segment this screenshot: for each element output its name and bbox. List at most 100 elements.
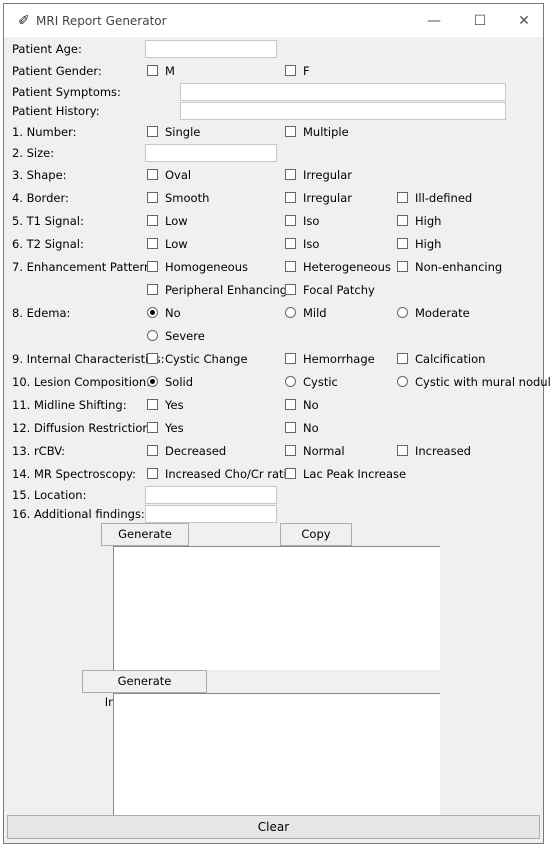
additional-findings-label: 16. Additional findings: xyxy=(12,507,145,521)
location-label: 15. Location: xyxy=(12,488,87,502)
patient-age-input[interactable] xyxy=(145,40,277,58)
generate-report-button[interactable]: Generate Report xyxy=(101,523,189,562)
edema-mild-radio[interactable]: Mild xyxy=(285,306,327,320)
size-input[interactable] xyxy=(145,144,277,162)
border-irregular-checkbox[interactable]: Irregular xyxy=(285,191,352,205)
interpretation-textarea[interactable] xyxy=(113,693,440,817)
midline-yes-label: Yes xyxy=(165,398,184,412)
shape-oval-checkbox[interactable]: Oval xyxy=(147,168,191,182)
form-area: Patient Age: Patient Gender: M F Patient… xyxy=(4,37,550,842)
midline-yes-checkbox[interactable]: Yes xyxy=(147,398,184,412)
border-label: 4. Border: xyxy=(12,191,69,205)
edema-mild-label: Mild xyxy=(303,306,327,320)
gender-f-checkbox[interactable]: F xyxy=(285,64,310,78)
patient-symptoms-label: Patient Symptoms: xyxy=(12,85,121,99)
internal-hemorrhage-checkbox[interactable]: Hemorrhage xyxy=(285,352,375,366)
lesion-composition-label: 10. Lesion Composition: xyxy=(12,375,151,389)
enhancement-non-enhancing-label: Non-enhancing xyxy=(415,260,503,274)
edema-label: 8. Edema: xyxy=(12,306,71,320)
t1-iso-label: Iso xyxy=(303,214,320,228)
shape-irregular-checkbox[interactable]: Irregular xyxy=(285,168,352,182)
spectroscopy-lac-peak-checkbox[interactable]: Lac Peak Increase xyxy=(285,467,406,481)
t1-high-checkbox[interactable]: High xyxy=(397,214,441,228)
additional-findings-input[interactable] xyxy=(145,505,277,523)
t1-low-checkbox[interactable]: Low xyxy=(147,214,188,228)
maximize-button[interactable]: ☐ xyxy=(465,10,495,32)
enhancement-heterogeneous-label: Heterogeneous xyxy=(303,260,391,274)
t2-signal-label: 6. T2 Signal: xyxy=(12,237,84,251)
rcbv-label: 13. rCBV: xyxy=(12,444,66,458)
number-multiple-checkbox[interactable]: Multiple xyxy=(285,125,349,139)
minimize-button[interactable]: — xyxy=(419,10,449,32)
midline-no-label: No xyxy=(303,398,319,412)
internal-calcification-checkbox[interactable]: Calcification xyxy=(397,352,485,366)
number-label: 1. Number: xyxy=(12,125,77,139)
t2-low-checkbox[interactable]: Low xyxy=(147,237,188,251)
rcbv-increased-checkbox[interactable]: Increased xyxy=(397,444,471,458)
lesion-cystic-mural-nodule-label: Cystic with mural nodule xyxy=(415,375,550,389)
shape-oval-label: Oval xyxy=(165,168,192,182)
border-smooth-checkbox[interactable]: Smooth xyxy=(147,191,209,205)
enhancement-homogeneous-checkbox[interactable]: Homogeneous xyxy=(147,260,248,274)
rcbv-normal-checkbox[interactable]: Normal xyxy=(285,444,345,458)
diffusion-no-label: No xyxy=(303,421,319,435)
diffusion-yes-checkbox[interactable]: Yes xyxy=(147,421,184,435)
generate-interpretation-button[interactable]: Generate Interpretation xyxy=(82,670,207,709)
gender-m-checkbox[interactable]: M xyxy=(147,64,175,78)
mr-spectroscopy-label: 14. MR Spectroscopy: xyxy=(12,467,137,481)
edema-moderate-radio[interactable]: Moderate xyxy=(397,306,470,320)
edema-no-radio[interactable]: No xyxy=(147,306,181,320)
window-title: MRI Report Generator xyxy=(36,14,167,28)
diffusion-no-checkbox[interactable]: No xyxy=(285,421,319,435)
report-textarea[interactable] xyxy=(113,546,440,670)
border-ill-defined-checkbox[interactable]: Ill-defined xyxy=(397,191,472,205)
edema-severe-radio[interactable]: Severe xyxy=(147,329,205,343)
border-ill-defined-label: Ill-defined xyxy=(415,191,473,205)
number-single-checkbox[interactable]: Single xyxy=(147,125,200,139)
diffusion-restriction-label: 12. Diffusion Restriction: xyxy=(12,421,154,435)
internal-cystic-change-checkbox[interactable]: Cystic Change xyxy=(147,352,248,366)
t2-high-label: High xyxy=(415,237,442,251)
number-single-label: Single xyxy=(165,125,201,139)
close-button[interactable]: ✕ xyxy=(509,10,539,32)
t2-high-checkbox[interactable]: High xyxy=(397,237,441,251)
t1-low-label: Low xyxy=(165,214,188,228)
enhancement-peripheral-label: Peripheral Enhancing xyxy=(165,283,288,297)
app-window: ✐ MRI Report Generator — ☐ ✕ Patient Age… xyxy=(3,3,550,844)
rcbv-normal-label: Normal xyxy=(303,444,345,458)
lesion-cystic-radio[interactable]: Cystic xyxy=(285,375,338,389)
t1-signal-label: 5. T1 Signal: xyxy=(12,214,84,228)
shape-irregular-label: Irregular xyxy=(303,168,353,182)
rcbv-decreased-checkbox[interactable]: Decreased xyxy=(147,444,226,458)
border-smooth-label: Smooth xyxy=(165,191,210,205)
patient-gender-label: Patient Gender: xyxy=(12,64,102,78)
edema-severe-label: Severe xyxy=(165,329,205,343)
lesion-cystic-mural-nodule-radio[interactable]: Cystic with mural nodule xyxy=(397,375,550,389)
enhancement-heterogeneous-checkbox[interactable]: Heterogeneous xyxy=(285,260,391,274)
lesion-cystic-label: Cystic xyxy=(303,375,338,389)
spectroscopy-cho-cr-checkbox[interactable]: Increased Cho/Cr ratio xyxy=(147,467,294,481)
patient-history-label: Patient History: xyxy=(12,104,100,118)
patient-history-input[interactable] xyxy=(180,102,506,120)
spectroscopy-cho-cr-label: Increased Cho/Cr ratio xyxy=(165,467,294,481)
size-label: 2. Size: xyxy=(12,146,55,160)
rcbv-increased-label: Increased xyxy=(415,444,471,458)
enhancement-focal-patchy-label: Focal Patchy xyxy=(303,283,375,297)
t2-iso-checkbox[interactable]: Iso xyxy=(285,237,319,251)
midline-no-checkbox[interactable]: No xyxy=(285,398,319,412)
patient-age-label: Patient Age: xyxy=(12,42,82,56)
t2-iso-label: Iso xyxy=(303,237,320,251)
number-multiple-label: Multiple xyxy=(303,125,349,139)
patient-symptoms-input[interactable] xyxy=(180,83,506,101)
enhancement-peripheral-checkbox[interactable]: Peripheral Enhancing xyxy=(147,283,287,297)
enhancement-focal-patchy-checkbox[interactable]: Focal Patchy xyxy=(285,283,375,297)
t2-low-label: Low xyxy=(165,237,188,251)
location-input[interactable] xyxy=(145,486,277,504)
enhancement-pattern-label: 7. Enhancement Pattern: xyxy=(12,260,156,274)
lesion-solid-radio[interactable]: Solid xyxy=(147,375,193,389)
t1-iso-checkbox[interactable]: Iso xyxy=(285,214,319,228)
enhancement-non-enhancing-checkbox[interactable]: Non-enhancing xyxy=(397,260,502,274)
copy-report-button[interactable]: Copy Report xyxy=(280,523,352,562)
clear-button[interactable]: Clear xyxy=(7,815,540,839)
internal-characteristics-label: 9. Internal Characteristics: xyxy=(12,352,165,366)
